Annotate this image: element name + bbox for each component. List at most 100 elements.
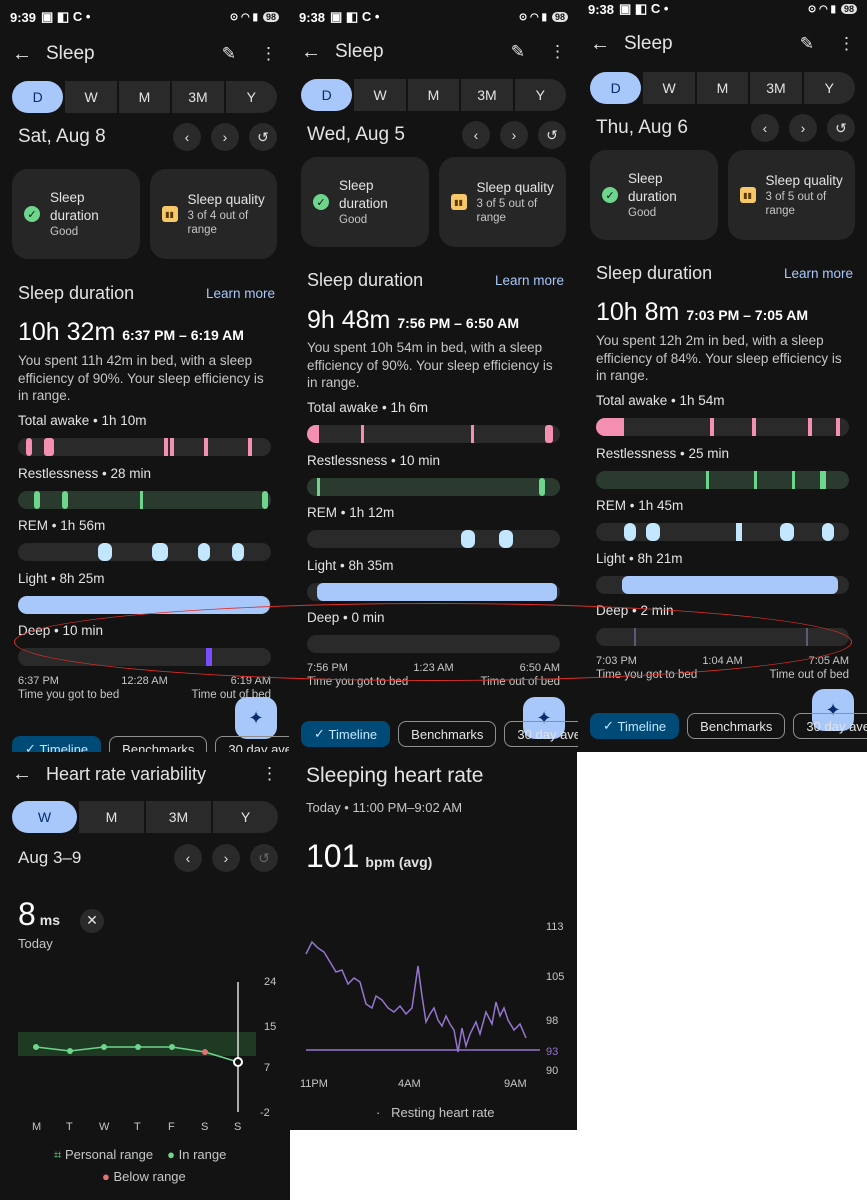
sleep-quality-card[interactable]: ▮▮ Sleep quality 3 of 4 out of range xyxy=(149,169,277,259)
chip-timeline[interactable]: ✓ Timeline xyxy=(12,736,102,752)
tab-3month[interactable]: 3M xyxy=(146,801,211,833)
tab-month[interactable]: M xyxy=(118,81,171,113)
chip-timeline[interactable]: ✓ Timeline xyxy=(301,721,391,747)
date-row: Thu, Aug 6 ‹ › ↺ xyxy=(596,111,855,145)
y-tick: 105 xyxy=(546,971,564,983)
legend-below-range: ● Below range xyxy=(102,1169,186,1184)
chip-30day[interactable]: 30 day ave xyxy=(504,721,578,747)
signal-icon: ⊙ ◠ ▮ xyxy=(229,11,258,23)
tab-3month[interactable]: 3M xyxy=(750,72,802,104)
edit-pencil-icon[interactable]: ✎ xyxy=(511,42,525,62)
chip-timeline[interactable]: ✓ Timeline xyxy=(590,713,680,739)
check-icon: ✓ xyxy=(313,194,329,210)
tab-3month[interactable]: 3M xyxy=(461,79,513,111)
duration-total: 10h 32m xyxy=(18,318,116,346)
tab-week[interactable]: W xyxy=(354,79,406,111)
view-chips: ✓ Timeline Benchmarks 30 day ave xyxy=(12,736,289,752)
tab-month[interactable]: M xyxy=(79,801,144,833)
sleep-quality-card[interactable]: ▮▮ Sleep quality 3 of 5 out of range xyxy=(727,150,855,240)
more-options-icon[interactable]: ⋮ xyxy=(260,44,277,64)
date-label: Sat, Aug 8 xyxy=(18,126,106,147)
stage-label: Restlessness • 10 min xyxy=(307,453,441,468)
learn-more-link[interactable]: Learn more xyxy=(495,273,564,288)
y-tick-resting: 93 xyxy=(546,1046,558,1058)
tab-year[interactable]: Y xyxy=(514,79,567,111)
prev-day-button[interactable]: ‹ xyxy=(173,123,201,151)
x-tick: W xyxy=(99,1121,110,1130)
section-title: Sleep duration xyxy=(18,283,135,303)
more-options-icon[interactable]: ⋮ xyxy=(549,42,566,62)
hrv-point xyxy=(33,1044,39,1050)
next-day-button[interactable]: › xyxy=(211,123,239,151)
tab-year[interactable]: Y xyxy=(225,81,278,113)
tab-month[interactable]: M xyxy=(407,79,460,111)
date-row: Sat, Aug 8 ‹ › ↺ xyxy=(18,120,277,154)
sleep-duration-card[interactable]: ✓ Sleep duration Good xyxy=(12,169,140,259)
chip-30day[interactable]: 30 day ave xyxy=(215,736,289,752)
next-day-button[interactable]: › xyxy=(500,121,528,149)
learn-more-link[interactable]: Learn more xyxy=(784,266,853,281)
tab-year[interactable]: Y xyxy=(803,72,856,104)
y-tick: 7 xyxy=(264,1062,270,1074)
sleep-duration-card[interactable]: ✓ Sleep duration Good xyxy=(590,150,718,240)
close-icon[interactable]: ✕ xyxy=(80,908,105,933)
more-options-icon[interactable]: ⋮ xyxy=(261,764,278,784)
prev-day-button[interactable]: ‹ xyxy=(751,114,779,142)
edit-pencil-icon[interactable]: ✎ xyxy=(222,44,236,64)
chip-30day[interactable]: 30 day ave xyxy=(793,713,867,739)
hrv-point xyxy=(135,1044,141,1050)
chart-icon: ▮▮ xyxy=(161,206,178,222)
restless-track xyxy=(596,471,849,489)
y-tick: 15 xyxy=(264,1021,276,1033)
prev-week-button[interactable]: ‹ xyxy=(174,844,202,872)
chip-benchmarks[interactable]: Benchmarks xyxy=(687,713,786,739)
edit-pencil-icon[interactable]: ✎ xyxy=(800,34,814,54)
x-tick: T xyxy=(66,1121,73,1130)
back-arrow-icon[interactable]: ← xyxy=(12,43,36,66)
ask-ai-fab[interactable]: ✦ xyxy=(235,697,277,739)
hrv-point-below xyxy=(202,1049,208,1055)
tab-day[interactable]: D xyxy=(301,79,353,111)
tab-month[interactable]: M xyxy=(696,72,749,104)
period-tabs: D W M 3M Y xyxy=(301,79,567,111)
prev-day-button[interactable]: ‹ xyxy=(462,121,490,149)
x-tick: F xyxy=(168,1121,175,1130)
tab-week[interactable]: W xyxy=(12,801,77,833)
stage-awake: Total awake • 1h 10m xyxy=(18,413,271,456)
reset-today-icon[interactable]: ↺ xyxy=(827,114,855,142)
sleep-quality-card[interactable]: ▮▮ Sleep quality 3 of 5 out of range xyxy=(438,157,566,247)
back-arrow-icon[interactable]: ← xyxy=(301,41,325,64)
tab-year[interactable]: Y xyxy=(213,801,278,833)
card-title: Sleep quality xyxy=(187,192,265,207)
duration-range: 6:37 PM – 6:19 AM xyxy=(122,327,244,343)
hrv-panel: ← Heart rate variability ⋮ W M 3M Y Aug … xyxy=(0,752,290,1200)
hrv-point xyxy=(169,1044,175,1050)
reset-today-icon[interactable]: ↺ xyxy=(538,121,566,149)
chip-benchmarks[interactable]: Benchmarks xyxy=(398,721,497,747)
back-arrow-icon[interactable]: ← xyxy=(590,33,614,56)
y-tick: -2 xyxy=(260,1107,270,1119)
sleep-duration-card[interactable]: ✓ Sleep duration Good xyxy=(301,157,429,247)
legend-in-range: ● In range xyxy=(167,1147,227,1162)
tab-day[interactable]: D xyxy=(590,72,642,104)
tab-3month[interactable]: 3M xyxy=(172,81,224,113)
next-week-button[interactable]: › xyxy=(212,844,240,872)
card-status: Good xyxy=(628,207,657,219)
next-day-button[interactable]: › xyxy=(789,114,817,142)
more-options-icon[interactable]: ⋮ xyxy=(838,34,855,54)
section-header: Sleep duration Learn more xyxy=(307,270,564,291)
chip-benchmarks[interactable]: Benchmarks xyxy=(109,736,208,752)
hrv-legend: ⌗ Personal range ● In range xyxy=(54,1147,226,1163)
page-title: Sleeping heart rate xyxy=(306,764,484,787)
section-header: Sleep duration Learn more xyxy=(596,263,853,284)
duration-value: 10h 8m 7:03 PM – 7:05 AM xyxy=(596,298,808,327)
tab-day[interactable]: D xyxy=(12,81,64,113)
card-status: 3 of 4 out of range xyxy=(187,210,249,236)
tab-week[interactable]: W xyxy=(643,72,695,104)
tab-week[interactable]: W xyxy=(65,81,117,113)
personal-range-band xyxy=(18,1032,256,1056)
learn-more-link[interactable]: Learn more xyxy=(206,286,275,301)
back-arrow-icon[interactable]: ← xyxy=(12,763,36,786)
reset-today-icon[interactable]: ↺ xyxy=(249,123,277,151)
status-bar: 9:38 ▣ ◧ C • ⊙ ◠ ▮ 98 xyxy=(289,0,578,34)
